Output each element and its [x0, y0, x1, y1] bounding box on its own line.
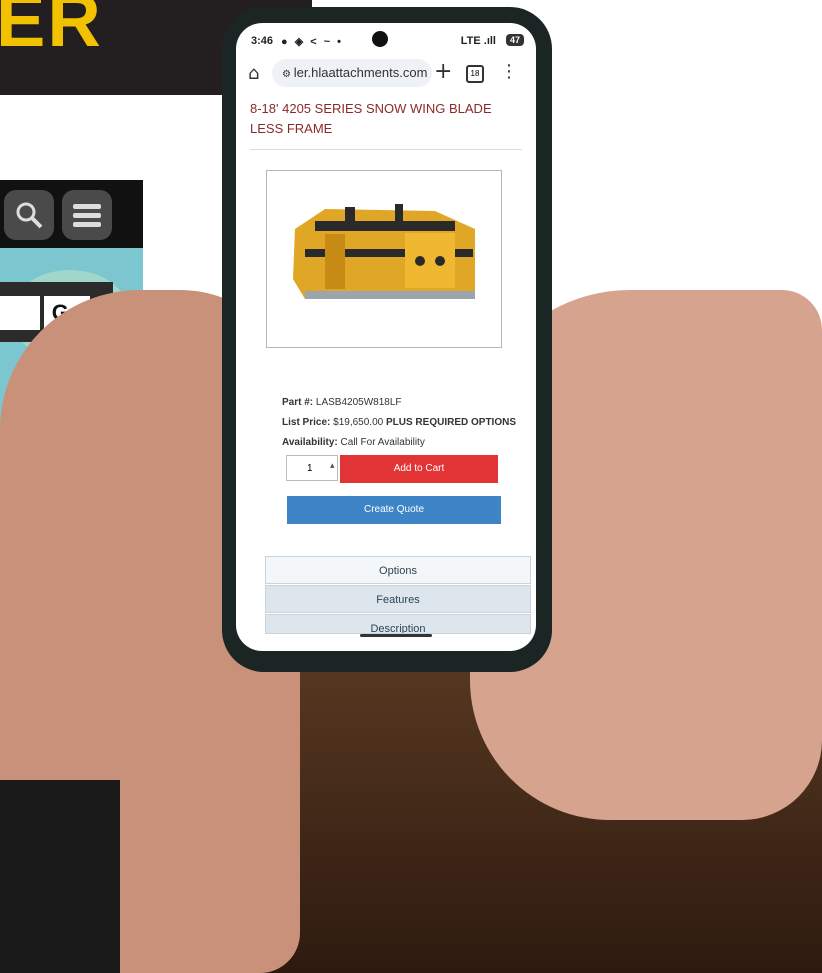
phone-screen: 3:46 ● ◈ < ~ • LTE .ıll 47 ⌂ ⚙ ler.hlaat… — [236, 23, 536, 651]
product-title: 8-18' 4205 SERIES SNOW WING BLADE LESS F… — [250, 101, 492, 136]
background-search-input — [0, 296, 40, 330]
part-number: LASB4205W818LF — [315, 397, 402, 408]
tab-switcher-button[interactable]: 18 — [466, 65, 484, 83]
background-topbar — [0, 180, 143, 248]
availability-label: Availability: — [282, 437, 338, 448]
list-price-row: List Price: $19,650.00 PLUS REQUIRED OPT… — [282, 413, 522, 433]
new-tab-icon[interactable]: + — [434, 59, 452, 84]
home-indicator[interactable] — [360, 634, 432, 637]
part-label: Part #: — [282, 397, 314, 408]
tab-features[interactable]: Features — [265, 585, 531, 613]
create-quote-button[interactable]: Create Quote — [287, 496, 501, 524]
list-price: $19,650.00 — [333, 417, 384, 428]
quantity-stepper-icon[interactable]: ▴ — [330, 461, 335, 471]
network-type: LTE — [460, 35, 481, 47]
product-image[interactable] — [266, 170, 502, 348]
browser-toolbar: ⌂ ⚙ ler.hlaattachments.com + 18 ⋮ — [236, 57, 536, 93]
product-info: Part #: LASB4205W818LF List Price: $19,6… — [282, 393, 522, 453]
banner-text: ER — [0, 0, 103, 62]
list-price-label: List Price: — [282, 417, 331, 428]
status-time: 3:46 — [251, 35, 274, 47]
snow-wing-blade-image — [293, 204, 475, 299]
front-camera — [372, 31, 388, 47]
part-number-row: Part #: LASB4205W818LF — [282, 393, 522, 413]
site-info-icon[interactable]: ⚙ — [282, 69, 294, 80]
availability-value: Call For Availability — [340, 437, 425, 448]
add-to-cart-button[interactable]: Add to Cart — [340, 455, 498, 483]
tab-options[interactable]: Options — [265, 556, 531, 584]
divider — [250, 149, 522, 150]
tab-description[interactable]: Description — [265, 614, 531, 634]
menu-icon — [62, 190, 112, 240]
price-note: PLUS REQUIRED OPTIONS — [385, 417, 516, 428]
home-icon[interactable]: ⌂ — [248, 63, 259, 84]
notification-icons: ● ◈ < ~ • — [281, 36, 344, 48]
signal-bars: .ıll — [483, 35, 496, 47]
sleeve — [0, 780, 120, 973]
search-icon — [4, 190, 54, 240]
address-bar[interactable]: ⚙ ler.hlaattachments.com — [272, 59, 432, 87]
more-options-icon[interactable]: ⋮ — [500, 61, 518, 82]
availability-row: Availability: Call For Availability — [282, 433, 522, 453]
add-to-cart-row: 1 ▴ Add to Cart — [286, 455, 498, 483]
url-text: ler.hlaattachments.com — [293, 65, 428, 80]
status-bar: 3:46 ● ◈ < ~ • LTE .ıll 47 — [236, 23, 536, 55]
battery-icon: 47 — [505, 34, 524, 46]
signal-icon: LTE .ıll — [461, 35, 496, 47]
